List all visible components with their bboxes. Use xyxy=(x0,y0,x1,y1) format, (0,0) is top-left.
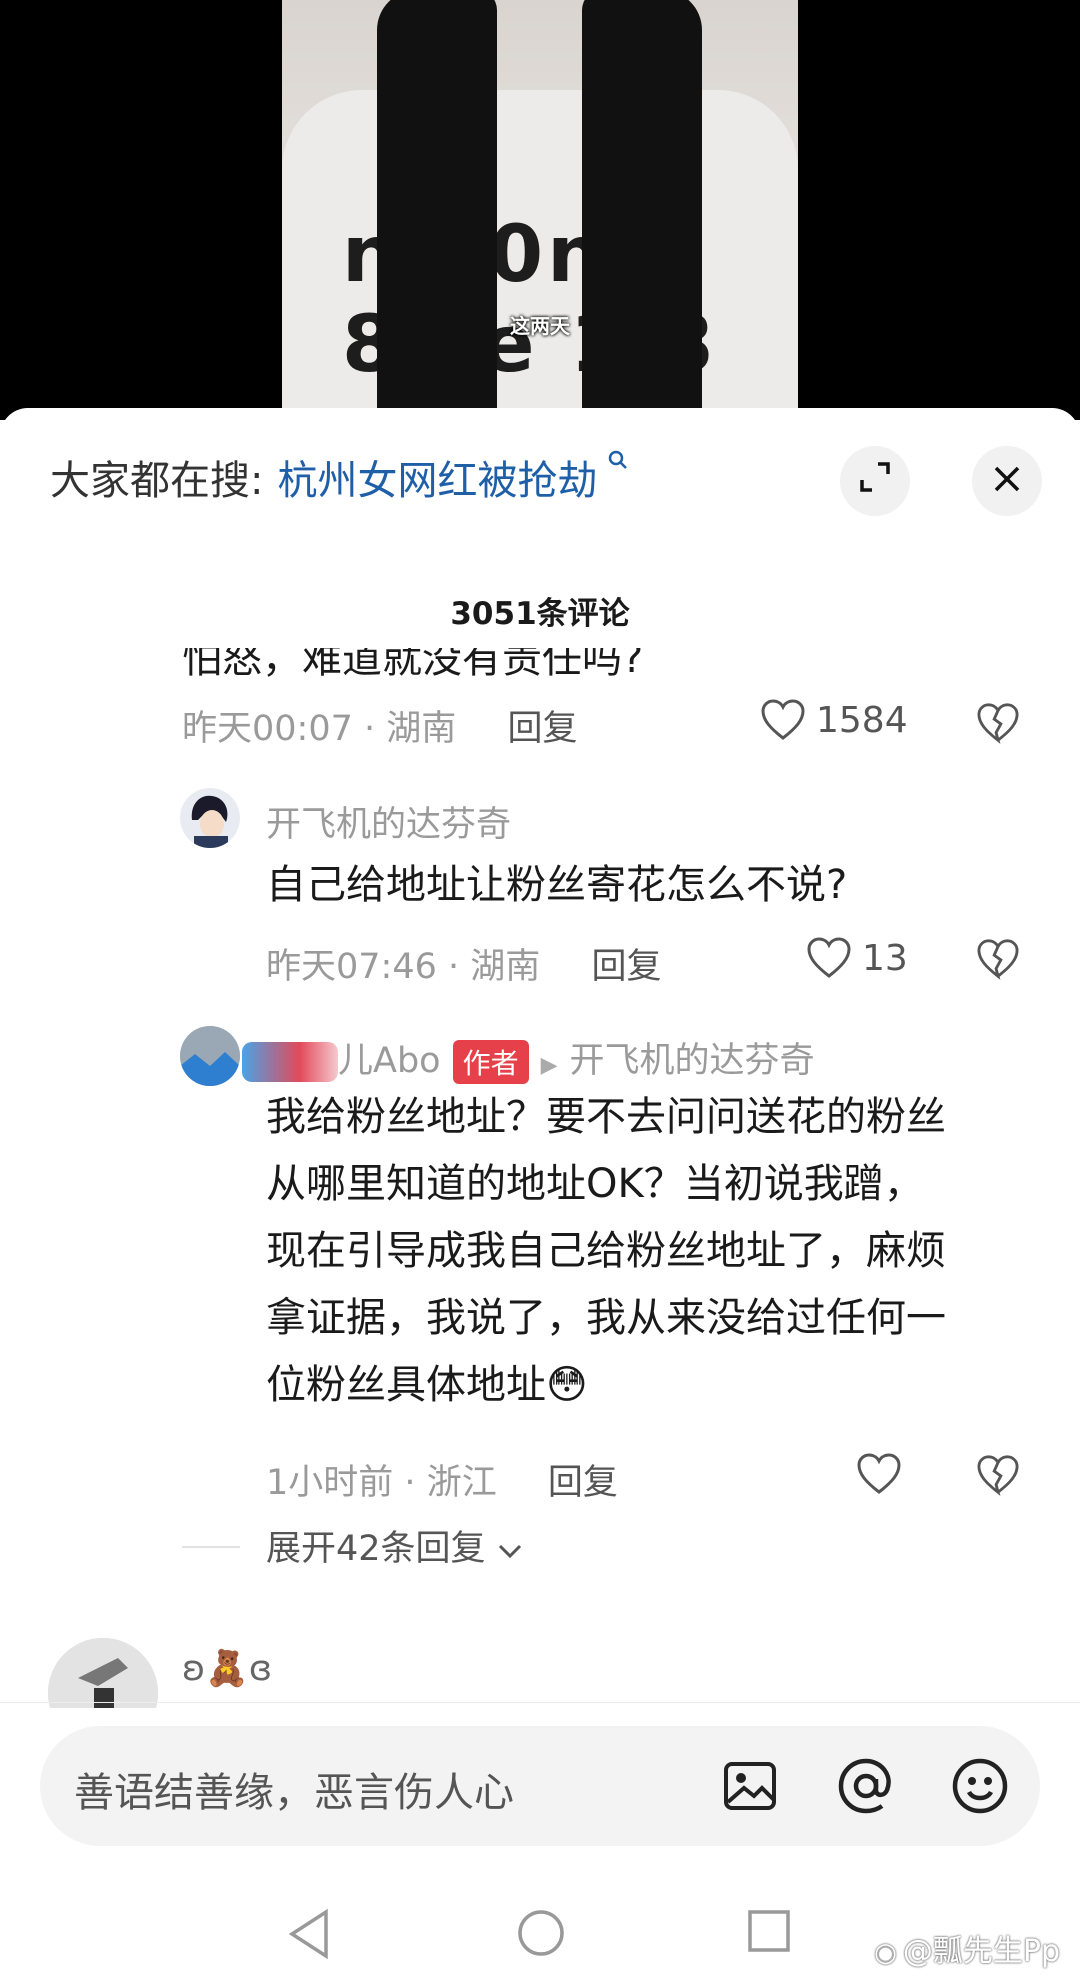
meta-separator: · xyxy=(404,1463,416,1503)
heart-icon xyxy=(857,1453,901,1494)
heart-icon xyxy=(761,699,805,740)
broken-heart-icon xyxy=(977,703,1019,744)
like-button[interactable]: 1584 xyxy=(760,698,908,742)
comment-text: 自己给地址让粉丝寄花怎么不说? xyxy=(266,862,848,908)
search-prefix: 大家都在搜: xyxy=(50,458,264,504)
meta-separator: · xyxy=(448,947,460,987)
search-keyword-link[interactable]: 杭州女网红被抢劫 xyxy=(277,458,597,504)
expand-icon xyxy=(858,458,892,504)
dislike-button[interactable] xyxy=(976,1454,1020,1500)
meta-separator: · xyxy=(364,709,376,749)
back-nav-button[interactable] xyxy=(286,1908,332,1964)
comment-time: 昨天00:07 xyxy=(182,709,353,749)
home-circle-icon xyxy=(518,1910,564,1956)
chevron-down-icon xyxy=(497,1529,523,1569)
comment-text-line: 现在引导成我自己给粉丝地址了，麻烦 xyxy=(266,1228,946,1274)
comment-text-line: 从哪里知道的地址OK？当初说我蹭， xyxy=(266,1161,924,1207)
comment-meta: 昨天00:07 · 湖南 回复 xyxy=(182,700,577,751)
video-frame: nal0nal 8 ce 1 8 xyxy=(282,0,798,420)
avatar[interactable] xyxy=(180,788,240,848)
comment-text: 我给粉丝地址？要不去问问送花的粉丝 从哪里知道的地址OK？当初说我蹭， 现在引导… xyxy=(266,1084,1046,1419)
comment-meta: 1小时前 · 浙江 回复 xyxy=(266,1454,618,1505)
at-icon[interactable] xyxy=(832,1752,900,1820)
comment-text: 怕怒，难道就没有责任吗? xyxy=(182,648,644,682)
comment-sheet: 大家都在搜: 杭州女网红被抢劫 3051条评论 怕怒，难道就没有责任吗? 昨天00… xyxy=(0,408,1080,1988)
expand-replies-button[interactable]: 展开42条回复 xyxy=(266,1520,523,1571)
comment-username[interactable]: 儿Abo xyxy=(338,1041,441,1081)
video-subtitle: 这两天 xyxy=(510,314,570,338)
like-button[interactable] xyxy=(856,1452,912,1496)
comment-username[interactable]: 开飞机的达芬奇 xyxy=(266,796,511,847)
like-count: 13 xyxy=(862,937,908,979)
dislike-button[interactable] xyxy=(976,702,1020,748)
close-icon xyxy=(992,458,1022,504)
like-button[interactable]: 13 xyxy=(806,936,908,980)
comment-location: 湖南 xyxy=(470,947,541,987)
comment-time: 昨天07:46 xyxy=(266,947,437,987)
comment-input-bar[interactable]: 善语结善缘，恶言伤人心 xyxy=(40,1726,1040,1846)
reply-to-username[interactable]: 开飞机的达芬奇 xyxy=(570,1041,815,1081)
expand-button[interactable] xyxy=(840,446,910,516)
comment-text-line: 我给粉丝地址？要不去问问送花的粉丝 xyxy=(266,1094,946,1140)
back-triangle-icon xyxy=(288,1908,328,1960)
weibo-logo-icon: ◉ xyxy=(874,1938,897,1968)
video-player[interactable]: nal0nal 8 ce 1 8 这两天 xyxy=(0,0,1080,420)
username-redaction xyxy=(242,1042,338,1082)
author-badge: 作者 xyxy=(452,1040,529,1084)
watermark-text: @瓢先生Pp xyxy=(902,1934,1060,1969)
comment-header: 儿Abo 作者 ▶ 开飞机的达芬奇 xyxy=(180,1032,880,1084)
hair-left xyxy=(377,0,497,420)
comment-time: 1小时前 xyxy=(266,1463,394,1503)
close-button[interactable] xyxy=(972,446,1042,516)
recents-nav-button[interactable] xyxy=(746,1908,792,1958)
watermark: ◉ @瓢先生Pp xyxy=(874,1926,1060,1970)
hair-right xyxy=(582,0,702,420)
input-divider xyxy=(0,1702,1080,1703)
comment-location: 湖南 xyxy=(386,709,457,749)
comment-username[interactable]: ʚ🧸ɞ xyxy=(182,1648,272,1689)
recents-square-icon xyxy=(748,1910,790,1952)
comment-meta: 昨天07:46 · 湖南 回复 xyxy=(266,938,661,989)
flushed-emoji-icon: 😳 xyxy=(546,1362,588,1408)
reply-button[interactable]: 回复 xyxy=(507,709,577,749)
comment-count-title: 3051条评论 xyxy=(450,596,630,632)
trending-search[interactable]: 大家都在搜: 杭州女网红被抢劫 xyxy=(50,448,630,506)
home-nav-button[interactable] xyxy=(516,1908,566,1962)
broken-heart-icon xyxy=(977,939,1019,980)
reply-button[interactable]: 回复 xyxy=(548,1463,618,1503)
expand-divider xyxy=(182,1546,240,1548)
reply-arrow-icon: ▶ xyxy=(540,1053,558,1078)
comment-text-line: 位粉丝具体地址😳 xyxy=(266,1362,588,1408)
comment-input[interactable]: 善语结善缘，恶言伤人心 xyxy=(74,1760,514,1818)
dislike-button[interactable] xyxy=(976,938,1020,984)
comment-text-line: 拿证据，我说了，我从来没给过任何一 xyxy=(266,1295,946,1341)
image-icon[interactable] xyxy=(716,1752,784,1820)
like-count: 1584 xyxy=(816,699,908,741)
comment-location: 浙江 xyxy=(426,1463,497,1503)
search-icon xyxy=(597,449,629,479)
heart-icon xyxy=(807,937,851,978)
comment-list[interactable]: 怕怒，难道就没有责任吗? 昨天00:07 · 湖南 回复 1584 开飞机的达芬… xyxy=(0,648,1080,1708)
emoji-icon[interactable] xyxy=(946,1752,1014,1820)
broken-heart-icon xyxy=(977,1455,1019,1496)
expand-replies-label: 展开42条回复 xyxy=(266,1529,486,1569)
avatar[interactable] xyxy=(48,1638,158,1708)
reply-button[interactable]: 回复 xyxy=(591,947,661,987)
